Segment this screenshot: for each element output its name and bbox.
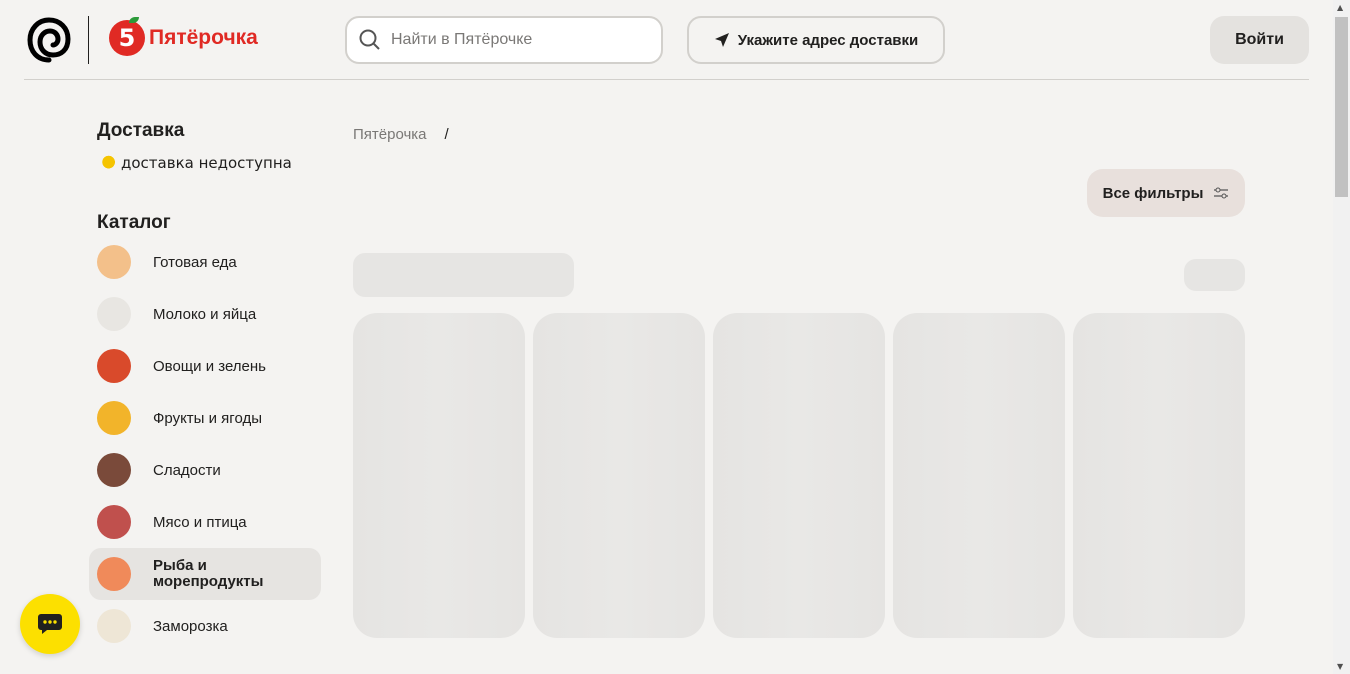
- login-button[interactable]: Войти: [1210, 16, 1309, 64]
- breadcrumb-separator: /: [444, 126, 449, 143]
- category-item[interactable]: Овощи и зелень: [89, 340, 321, 392]
- category-item[interactable]: Фрукты и ягоды: [89, 392, 321, 444]
- category-label: Фрукты и ягоды: [153, 409, 262, 427]
- filter-sliders-icon: [1214, 187, 1229, 199]
- scrollbar-thumb[interactable]: [1335, 17, 1348, 197]
- all-filters-button[interactable]: Все фильтры: [1087, 169, 1245, 217]
- delivery-address-label: Укажите адрес доставки: [737, 31, 919, 49]
- scroll-down-icon[interactable]: ▼: [1337, 662, 1343, 671]
- logo-divider: [88, 16, 89, 64]
- category-item[interactable]: Сладости: [89, 444, 321, 496]
- category-image-icon: [97, 349, 131, 383]
- sidebar: Доставка доставка недоступна Каталог Гот…: [89, 120, 321, 652]
- category-image-icon: [97, 401, 131, 435]
- category-item[interactable]: Молоко и яйца: [89, 288, 321, 340]
- product-card-skeleton: [353, 313, 525, 638]
- search-input[interactable]: [391, 31, 631, 49]
- category-label: Готовая еда: [153, 253, 237, 271]
- chat-bubble-icon: [38, 614, 62, 634]
- breadcrumb: Пятёрочка /: [353, 126, 449, 143]
- breadcrumb-home[interactable]: Пятёрочка: [353, 126, 427, 143]
- brand-logo[interactable]: 5 Пятёрочка: [109, 17, 258, 56]
- category-image-icon: [97, 297, 131, 331]
- page-scrollbar[interactable]: ▲ ▼: [1333, 0, 1350, 674]
- category-label: Мясо и птица: [153, 513, 247, 531]
- delivery-address-button[interactable]: Укажите адрес доставки: [687, 16, 945, 64]
- product-card-skeleton: [1073, 313, 1245, 638]
- category-image-icon: [97, 245, 131, 279]
- all-filters-label: Все фильтры: [1102, 184, 1204, 202]
- delivery-status: доставка недоступна: [89, 154, 321, 172]
- chat-button[interactable]: [20, 594, 80, 654]
- category-image-icon: [97, 557, 131, 591]
- category-item[interactable]: Готовая еда: [89, 236, 321, 288]
- product-card-skeleton: [533, 313, 705, 638]
- product-card-skeleton: [713, 313, 885, 638]
- brand-name: Пятёрочка: [149, 26, 258, 49]
- scroll-up-icon[interactable]: ▲: [1337, 3, 1343, 12]
- location-arrow-icon: [714, 33, 729, 47]
- category-item[interactable]: Мясо и птица: [89, 496, 321, 548]
- delivery-status-text: доставка недоступна: [121, 154, 292, 172]
- control-skeleton: [1184, 259, 1245, 291]
- category-item[interactable]: Заморозка: [89, 600, 321, 652]
- title-skeleton: [353, 253, 574, 297]
- category-image-icon: [97, 609, 131, 643]
- category-image-icon: [97, 453, 131, 487]
- delivery-title: Доставка: [97, 120, 185, 141]
- logo-spiral-icon[interactable]: [26, 16, 72, 64]
- product-card-skeleton: [893, 313, 1065, 638]
- category-item[interactable]: Рыба и морепродукты: [89, 548, 321, 600]
- category-label: Рыба и морепродукты: [153, 557, 264, 590]
- courier-icon: [99, 154, 115, 172]
- category-label: Овощи и зелень: [153, 357, 266, 375]
- header: 5 Пятёрочка Укажите адрес доставки Войти: [24, 0, 1309, 80]
- category-label: Сладости: [153, 461, 221, 479]
- category-image-icon: [97, 505, 131, 539]
- catalog-title: Каталог: [97, 212, 171, 233]
- category-label: Молоко и яйца: [153, 305, 257, 323]
- category-label: Заморозка: [153, 617, 228, 635]
- brand-five-icon: 5: [109, 17, 145, 56]
- search-icon: [359, 29, 380, 50]
- category-list: Готовая еда Молоко и яйца Овощи и зелень Фр…: [89, 236, 321, 652]
- search-box[interactable]: [345, 16, 663, 64]
